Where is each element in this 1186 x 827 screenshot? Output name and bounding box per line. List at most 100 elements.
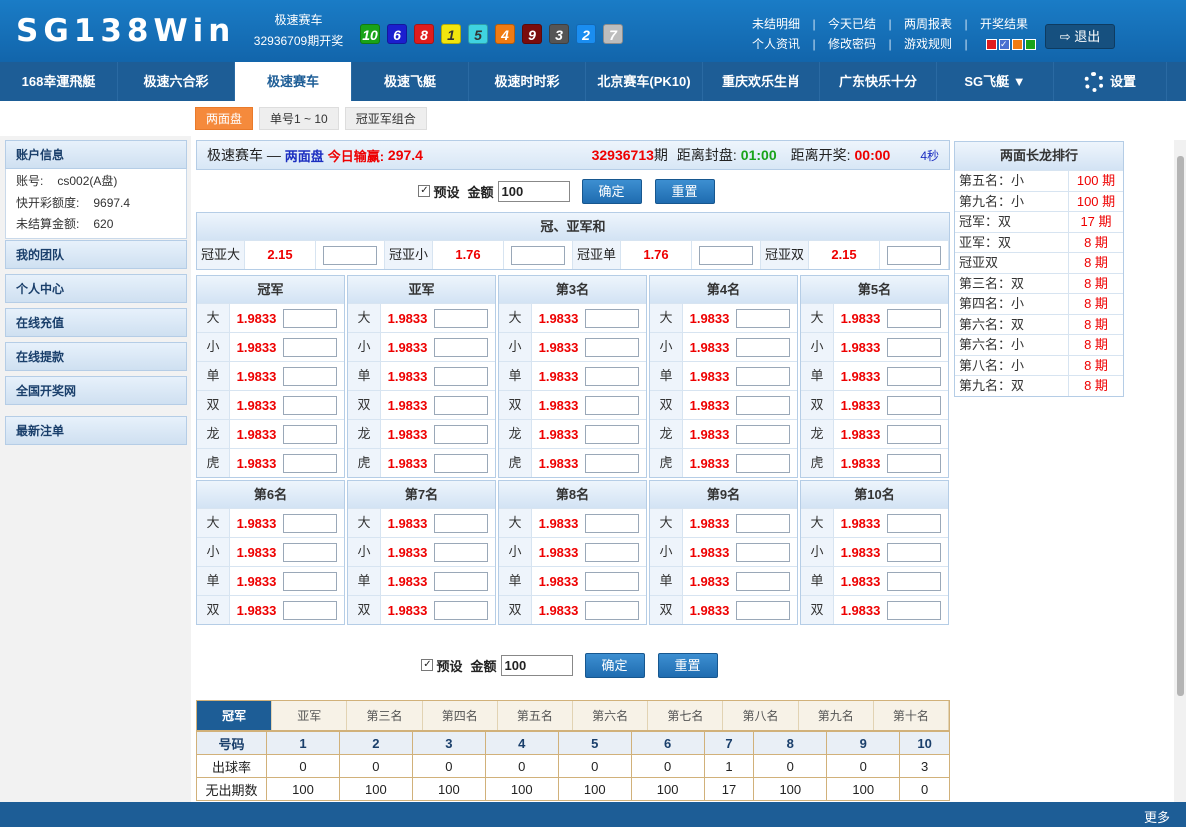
bet-amount-input[interactable]	[887, 424, 941, 444]
bet-amount-input[interactable]	[283, 571, 337, 591]
bet-amount-input[interactable]	[283, 308, 337, 328]
stats-tab[interactable]: 第七名	[648, 701, 724, 730]
bet-amount-input[interactable]	[434, 571, 488, 591]
bet-amount-input[interactable]	[585, 337, 639, 357]
refresh-seconds[interactable]: 4秒	[920, 147, 939, 164]
confirm-button[interactable]: 确定	[581, 178, 642, 204]
sub-tab[interactable]: 单号1 ~ 10	[259, 107, 339, 130]
bet-amount-input[interactable]	[887, 366, 941, 386]
more-link[interactable]: 更多	[1144, 807, 1170, 826]
bet-amount-input[interactable]	[434, 542, 488, 562]
nav-item[interactable]: 168幸運飛艇	[0, 62, 118, 101]
bet-amount-input[interactable]	[887, 513, 941, 533]
bet-amount-input[interactable]	[434, 600, 488, 620]
sidebar-menu-item[interactable]: 全国开奖网	[5, 376, 187, 405]
stats-tab[interactable]: 第五名	[498, 701, 574, 730]
sidebar-menu-item[interactable]: 个人中心	[5, 274, 187, 303]
bet-amount-input[interactable]	[887, 453, 941, 473]
bet-amount-input[interactable]	[887, 308, 941, 328]
bet-amount-input[interactable]	[736, 571, 790, 591]
bet-amount-input[interactable]	[585, 542, 639, 562]
stats-tab[interactable]: 第八名	[723, 701, 799, 730]
bet-amount-input[interactable]	[434, 453, 488, 473]
bet-amount-input[interactable]	[585, 424, 639, 444]
header-link[interactable]: 两周报表	[904, 14, 952, 34]
bet-amount-input[interactable]	[283, 600, 337, 620]
bet-amount-input[interactable]	[736, 542, 790, 562]
sidebar-menu-item[interactable]: 最新注单	[5, 416, 187, 445]
bet-amount-input[interactable]	[434, 513, 488, 533]
nav-item[interactable]: SG飞艇 ▼	[937, 62, 1054, 101]
sum-bet-amount-input[interactable]	[887, 245, 941, 265]
nav-item[interactable]: 重庆欢乐生肖	[703, 62, 820, 101]
bet-amount-input[interactable]	[736, 395, 790, 415]
nav-item[interactable]: 极速赛车	[235, 62, 352, 101]
skin-swatch[interactable]	[1025, 38, 1037, 50]
header-link[interactable]: 开奖结果	[980, 14, 1028, 34]
nav-item[interactable]: 广东快乐十分	[820, 62, 937, 101]
stats-tab[interactable]: 冠军	[197, 701, 273, 730]
bet-amount-input[interactable]	[736, 600, 790, 620]
skin-swatch[interactable]	[1012, 38, 1024, 50]
bet-amount-input[interactable]	[434, 308, 488, 328]
stats-tab[interactable]: 第六名	[573, 701, 649, 730]
amount-input-bottom[interactable]: 100	[500, 654, 573, 676]
bet-amount-input[interactable]	[585, 453, 639, 473]
vertical-scrollbar[interactable]	[1174, 140, 1186, 802]
confirm-button-bottom[interactable]: 确定	[584, 652, 645, 678]
sidebar-menu-item[interactable]: 我的团队	[5, 240, 187, 269]
bet-amount-input[interactable]	[585, 308, 639, 328]
bet-amount-input[interactable]	[887, 600, 941, 620]
bet-amount-input[interactable]	[585, 513, 639, 533]
bet-amount-input[interactable]	[887, 395, 941, 415]
stats-tab[interactable]: 第十名	[874, 701, 950, 730]
bet-amount-input[interactable]	[434, 366, 488, 386]
logout-button[interactable]: ⇨ 退出	[1045, 24, 1115, 49]
bet-amount-input[interactable]	[887, 542, 941, 562]
bet-amount-input[interactable]	[283, 453, 337, 473]
nav-item[interactable]: 设置	[1054, 62, 1167, 101]
skin-swatch[interactable]: ✓	[999, 38, 1011, 50]
header-link[interactable]: 今天已结	[828, 14, 876, 34]
bet-amount-input[interactable]	[585, 395, 639, 415]
stats-tab[interactable]: 亚军	[272, 701, 348, 730]
reset-button-bottom[interactable]: 重置	[657, 652, 718, 678]
sidebar-menu-item[interactable]: 在线充值	[5, 308, 187, 337]
bet-amount-input[interactable]	[887, 571, 941, 591]
nav-item[interactable]: 极速飞艇	[352, 62, 469, 101]
stats-tab[interactable]: 第九名	[799, 701, 874, 730]
bet-amount-input[interactable]	[283, 366, 337, 386]
sub-tab[interactable]: 两面盘	[195, 107, 254, 130]
bet-amount-input[interactable]	[283, 395, 337, 415]
nav-item[interactable]: 北京赛车(PK10)	[586, 62, 703, 101]
bet-amount-input[interactable]	[283, 513, 337, 533]
sum-bet-amount-input[interactable]	[323, 245, 377, 265]
header-link[interactable]: 个人资讯	[752, 34, 800, 54]
preset-checkbox[interactable]: ✓	[418, 185, 431, 197]
bet-amount-input[interactable]	[283, 542, 337, 562]
bet-amount-input[interactable]	[434, 337, 488, 357]
bet-amount-input[interactable]	[736, 453, 790, 473]
reset-button[interactable]: 重置	[654, 178, 715, 204]
bet-amount-input[interactable]	[434, 424, 488, 444]
nav-item[interactable]: 极速时时彩	[469, 62, 586, 101]
sum-bet-amount-input[interactable]	[511, 245, 565, 265]
bet-amount-input[interactable]	[585, 366, 639, 386]
skin-swatch[interactable]	[986, 38, 998, 50]
amount-input[interactable]: 100	[497, 180, 570, 202]
nav-item[interactable]: 极速六合彩	[118, 62, 235, 101]
bet-amount-input[interactable]	[736, 513, 790, 533]
bet-amount-input[interactable]	[585, 571, 639, 591]
header-link[interactable]: 游戏规则	[904, 34, 952, 54]
stats-tab[interactable]: 第三名	[347, 701, 423, 730]
bet-amount-input[interactable]	[736, 424, 790, 444]
bet-amount-input[interactable]	[585, 600, 639, 620]
sub-tab[interactable]: 冠亚军组合	[344, 107, 427, 130]
header-link[interactable]: 未结明细	[752, 14, 800, 34]
bet-amount-input[interactable]	[434, 395, 488, 415]
bet-amount-input[interactable]	[736, 308, 790, 328]
sum-bet-amount-input[interactable]	[699, 245, 753, 265]
sidebar-menu-item[interactable]: 在线提款	[5, 342, 187, 371]
preset-checkbox-bottom[interactable]: ✓	[421, 659, 434, 671]
header-link[interactable]: 修改密码	[828, 34, 876, 54]
